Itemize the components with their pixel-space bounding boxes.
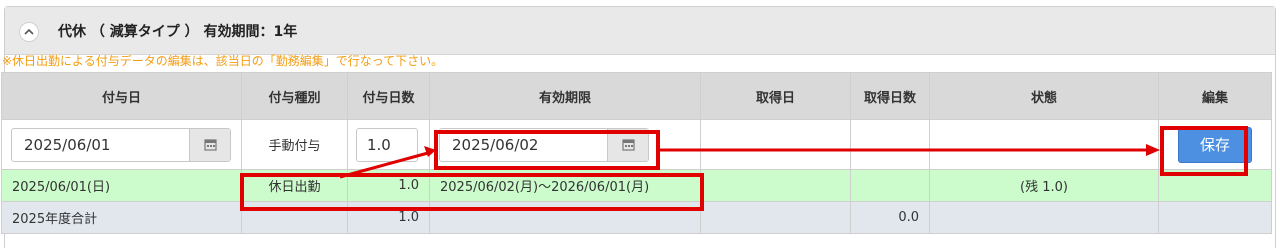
taken-days-cell [850,119,930,170]
grant-date-input[interactable]: 2025/06/01 [11,127,231,162]
edit-cell: 保存 [1158,119,1272,170]
status-cell [929,119,1159,170]
total-grant-days: 1.0 [347,201,430,234]
grant-date-cell: 2025/06/01 [1,119,242,170]
header-grant-date: 付与日 [1,72,242,120]
row-taken-days [850,169,930,202]
header-edit: 編集 [1158,72,1272,120]
calendar-icon [621,139,635,151]
edit-notice: ※休日出勤による付与データの編集は、該当日の「勤務編集」で行なって下さい。 [2,54,444,68]
panel-title: 代休 （ 減算タイプ ） 有効期間：1年 [58,24,298,40]
total-label: 2025年度合計 [1,201,242,234]
row-grant-days: 1.0 [347,169,430,202]
save-button[interactable]: 保存 [1178,126,1252,163]
total-grant-type [241,201,348,234]
table-row: 2025/06/01(日) 休日出勤 1.0 2025/06/02(月)～202… [1,169,1272,202]
row-expiry: 2025/06/02(月)～2026/06/01(月) [429,169,701,202]
taken-date-cell [700,119,851,170]
leave-table: 付与日 付与種別 付与日数 有効期限 取得日 取得日数 状態 編集 2025/0… [1,72,1272,234]
edit-row: 2025/06/01 手動付与 1.0 2025/06/02 保存 [1,119,1272,170]
expiry-date-value[interactable]: 2025/06/02 [440,129,607,161]
total-taken-date [700,201,851,234]
calendar-icon [203,139,217,151]
header-grant-type: 付与種別 [241,72,348,120]
grant-days-input[interactable]: 1.0 [356,127,418,162]
total-expiry [429,201,701,234]
row-taken-date [700,169,851,202]
header-taken-date: 取得日 [700,72,851,120]
grant-date-value[interactable]: 2025/06/01 [12,129,189,161]
total-row: 2025年度合計 1.0 0.0 [1,201,1272,234]
expiry-date-input[interactable]: 2025/06/02 [439,127,649,162]
total-status [929,201,1159,234]
row-grant-date: 2025/06/01(日) [1,169,242,202]
total-edit [1158,201,1272,234]
expiry-cell: 2025/06/02 [429,119,701,170]
header-expiry: 有効期限 [429,72,701,120]
total-taken-days: 0.0 [850,201,930,234]
row-grant-type: 休日出勤 [241,169,348,202]
expiry-date-calendar-button[interactable] [607,128,648,161]
row-edit [1158,169,1272,202]
chevron-up-icon [24,28,34,35]
header-status: 状態 [929,72,1159,120]
header-grant-days: 付与日数 [347,72,430,120]
grant-date-calendar-button[interactable] [189,128,230,161]
grant-days-cell: 1.0 [347,119,430,170]
table-header-row: 付与日 付与種別 付与日数 有効期限 取得日 取得日数 状態 編集 [1,72,1272,120]
row-status: (残 1.0) [929,169,1159,202]
collapse-button[interactable] [19,22,39,42]
panel-header: 代休 （ 減算タイプ ） 有効期間：1年 [5,7,1275,55]
header-taken-days: 取得日数 [850,72,930,120]
grant-type-cell: 手動付与 [241,119,348,170]
